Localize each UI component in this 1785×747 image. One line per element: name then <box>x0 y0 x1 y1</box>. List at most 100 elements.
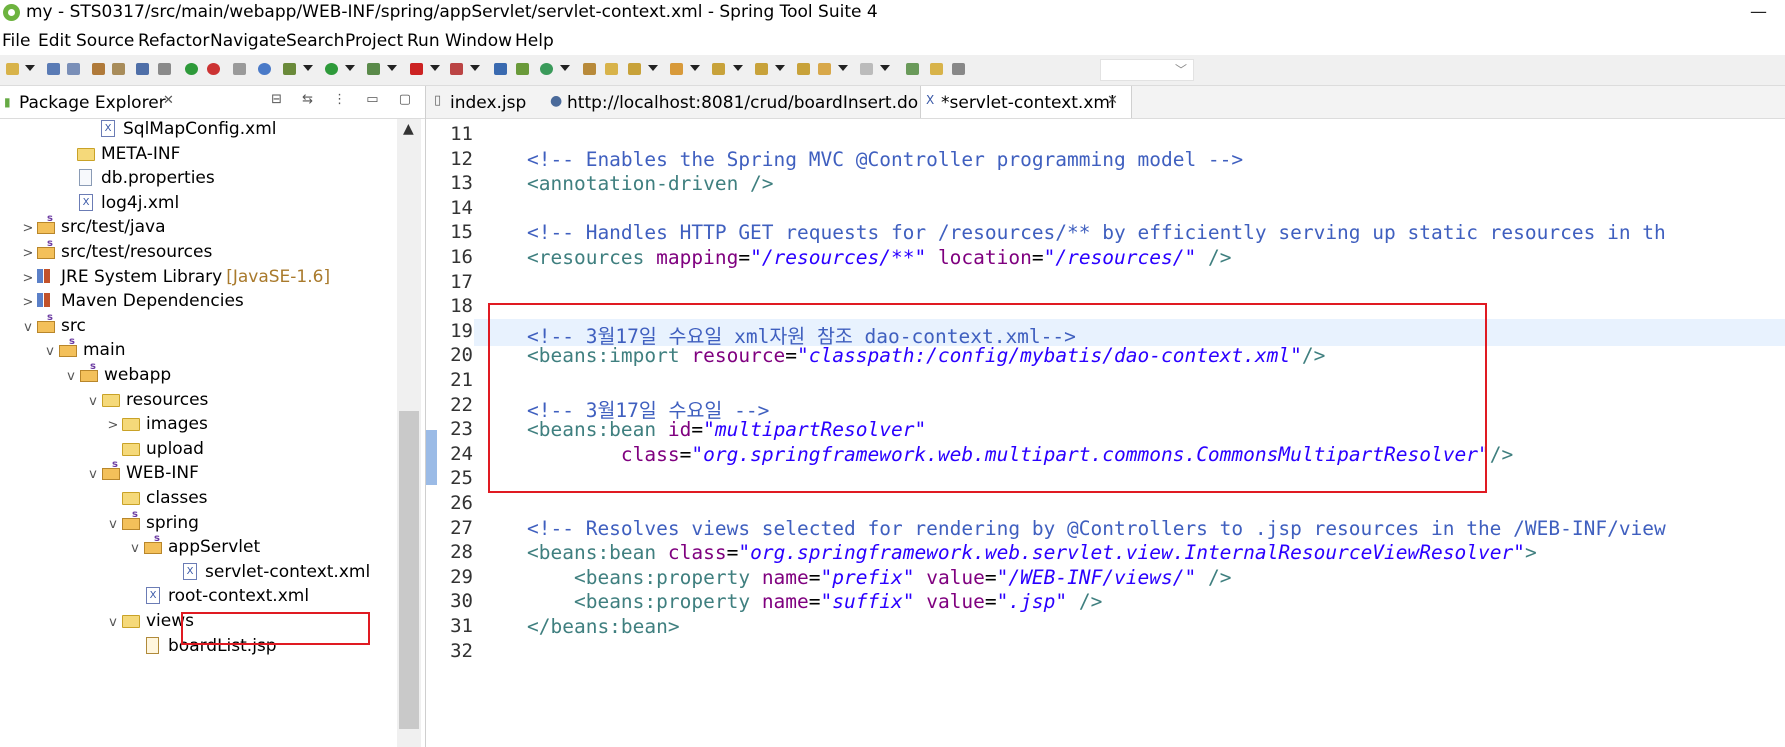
main-toolbar: ﹀ <box>0 55 1785 86</box>
line-number: 11 <box>450 123 473 145</box>
code-line[interactable]: <!-- Enables the Spring MVC @Controller … <box>527 148 1243 171</box>
menu-window[interactable]: Window <box>445 31 512 51</box>
next-annotation-dropdown-icon[interactable] <box>775 65 785 71</box>
code-line[interactable]: <!-- Resolves views selected for renderi… <box>527 517 1666 540</box>
line-number: 28 <box>450 541 473 564</box>
save-icon[interactable] <box>47 63 60 75</box>
stop-dropdown-icon[interactable] <box>430 65 440 71</box>
relaunch-icon[interactable] <box>450 63 463 75</box>
new-dropdown-icon[interactable] <box>25 65 35 71</box>
chevron-right-icon[interactable]: > <box>105 418 121 433</box>
open-icon[interactable] <box>583 63 596 75</box>
boot-dashboard-icon[interactable] <box>185 63 198 75</box>
annotation-icon[interactable] <box>712 63 725 75</box>
forward-dropdown-icon[interactable] <box>880 65 890 71</box>
link-icon[interactable] <box>233 63 246 75</box>
pen-icon[interactable] <box>628 63 641 75</box>
package-folder-icon <box>58 336 78 358</box>
menu-help[interactable]: Help <box>515 31 554 51</box>
menu-source[interactable]: Source <box>76 31 134 51</box>
new-icon[interactable] <box>6 63 19 75</box>
chevron-right-icon[interactable]: > <box>20 221 36 236</box>
chevron-down-icon[interactable]: v <box>85 467 101 482</box>
chevron-down-icon[interactable]: v <box>42 344 58 359</box>
code-line[interactable]: </beans:bean> <box>527 615 680 638</box>
code-line[interactable]: <annotation-driven /> <box>527 172 774 195</box>
code-line[interactable]: <beans:bean class="org.springframework.w… <box>527 541 1537 564</box>
menu-run[interactable]: Run <box>407 31 440 51</box>
search-dropdown-icon[interactable] <box>690 65 700 71</box>
chevron-down-icon[interactable]: v <box>20 320 36 335</box>
forward-icon[interactable] <box>860 63 873 75</box>
scrollbar-thumb[interactable] <box>399 411 419 729</box>
chevron-down-icon[interactable]: v <box>127 541 143 556</box>
new-class-dropdown-icon[interactable] <box>560 65 570 71</box>
menu-navigate[interactable]: Navigate <box>210 31 286 51</box>
chevron-down-icon[interactable]: v <box>63 369 79 384</box>
console-icon[interactable] <box>136 63 149 75</box>
highlight-box-code <box>488 303 1487 493</box>
chevron-right-icon[interactable]: > <box>20 246 36 261</box>
menu-edit[interactable]: Edit <box>38 31 71 51</box>
chevron-right-icon[interactable]: > <box>20 295 36 310</box>
tree-item-label: webapp <box>104 365 172 385</box>
spring-icon[interactable] <box>207 63 220 75</box>
close-icon[interactable]: ✕ <box>163 93 174 108</box>
last-edit-icon[interactable] <box>797 63 810 75</box>
code-line[interactable]: <beans:property name="suffix" value=".js… <box>527 590 1102 613</box>
explorer-actions[interactable]: ⊟ ⇆ ⋮ ▭ ▢ <box>271 92 419 107</box>
tree-item-label: servlet-context.xml <box>205 561 371 582</box>
chevron-down-icon[interactable]: v <box>105 615 121 630</box>
tab-board-insert[interactable]: ● http://localhost:8081/crud/boardInsert… <box>546 86 918 118</box>
new-class-icon[interactable] <box>540 63 553 75</box>
pin-icon[interactable] <box>930 63 943 75</box>
new-project-icon[interactable] <box>494 63 507 75</box>
run-dropdown-icon[interactable] <box>345 65 355 71</box>
back-icon[interactable] <box>818 63 831 75</box>
scroll-up-icon[interactable]: ▲ <box>403 121 414 137</box>
menu-project[interactable]: Project <box>345 31 403 51</box>
chevron-down-icon[interactable]: v <box>105 517 121 532</box>
debug-icon[interactable] <box>283 63 296 75</box>
tree-item-label: Maven Dependencies <box>61 291 244 312</box>
open-type-icon[interactable] <box>92 63 105 75</box>
folder-icon[interactable] <box>605 63 618 75</box>
next-annotation-icon[interactable] <box>755 63 768 75</box>
code-token: name <box>761 565 809 589</box>
close-icon[interactable]: ✕ <box>1107 93 1118 108</box>
minimize-button[interactable]: — <box>1750 2 1767 22</box>
relaunch-dropdown-icon[interactable] <box>470 65 480 71</box>
terminal-icon[interactable] <box>158 63 171 75</box>
search-icon[interactable] <box>670 63 683 75</box>
external-dropdown-icon[interactable] <box>387 65 397 71</box>
open-task-icon[interactable] <box>112 63 125 75</box>
tab-servlet-context[interactable]: X *servlet-context.xml ✕ <box>920 86 1132 118</box>
annotation-dropdown-icon[interactable] <box>733 65 743 71</box>
menu-search[interactable]: Search <box>286 31 344 51</box>
grid-icon[interactable] <box>952 63 965 75</box>
code-line[interactable]: <resources mapping="/resources/**" locat… <box>527 246 1231 269</box>
external-tools-icon[interactable] <box>367 63 380 75</box>
open-perspective-icon[interactable] <box>906 63 919 75</box>
code-token: location <box>937 246 1032 269</box>
back-dropdown-icon[interactable] <box>838 65 848 71</box>
code-line[interactable]: <!-- Handles HTTP GET requests for /reso… <box>527 221 1666 244</box>
pen-dropdown-icon[interactable] <box>648 65 658 71</box>
explorer-scrollbar[interactable]: ▲ <box>397 119 421 747</box>
chevron-down-icon[interactable]: v <box>85 394 101 409</box>
chevron-right-icon[interactable]: > <box>20 271 36 286</box>
menu-refactor[interactable]: Refactor <box>138 31 209 51</box>
save-all-icon[interactable] <box>67 63 80 75</box>
globe-icon[interactable] <box>258 63 271 75</box>
new-package-icon[interactable] <box>516 63 529 75</box>
run-icon[interactable] <box>325 63 338 75</box>
stop-icon[interactable] <box>410 63 423 75</box>
menu-file[interactable]: File <box>2 31 30 51</box>
line-number: 21 <box>450 369 473 391</box>
tab-index-jsp[interactable]: ▯ index.jsp <box>430 86 540 118</box>
debug-dropdown-icon[interactable] <box>303 65 313 71</box>
toolbar-combo[interactable]: ﹀ <box>1100 59 1194 81</box>
code-line[interactable]: <beans:property name="prefix" value="/WE… <box>527 565 1232 589</box>
tab-package-explorer[interactable]: Package Explorer <box>19 93 166 113</box>
code-token: = <box>984 590 997 614</box>
